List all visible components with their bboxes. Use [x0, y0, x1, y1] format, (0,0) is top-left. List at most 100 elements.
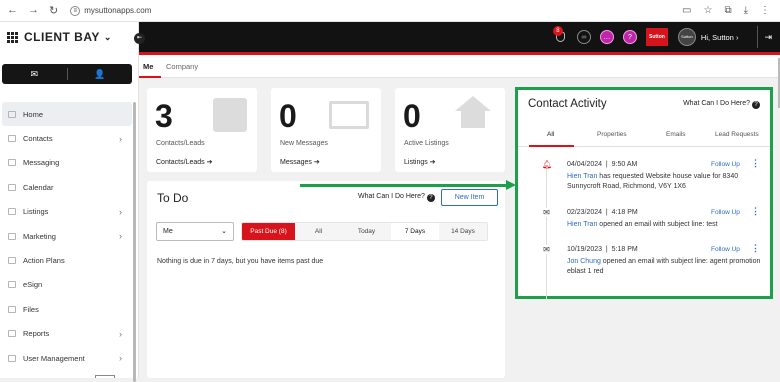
address-bar[interactable]: ≡ mysuttonapps.com [70, 5, 152, 16]
user-greeting[interactable]: Hi, Sutton › [701, 33, 739, 42]
owner-select[interactable]: Me ⌄ [156, 222, 234, 241]
more-options-icon[interactable]: ⋮ [751, 159, 760, 168]
divider [757, 26, 759, 48]
follow-up-link[interactable]: Follow Up [711, 209, 740, 216]
add-contact-icon[interactable]: 👤 [68, 69, 133, 80]
tab-emails[interactable]: Emails [666, 131, 686, 138]
filter-past-due[interactable]: Past Due (8) [242, 223, 295, 240]
link-icon[interactable]: ∞ [576, 30, 591, 44]
compose-email-icon[interactable]: ✉ [2, 69, 67, 80]
sidebar-item-label: User Management [23, 353, 85, 363]
app-logo[interactable]: CLIENT BAY ⌄ [7, 30, 112, 44]
sidebar-item-user-management[interactable]: User Management › [2, 346, 132, 370]
expand-panel-icon[interactable]: ⇥ [764, 32, 772, 43]
activity-datetime: 02/23/2024 | 4:18 PM [567, 209, 638, 216]
follow-up-link[interactable]: Follow Up [711, 161, 740, 168]
sidebar-item-label: Action Plans [23, 256, 65, 266]
filter-all[interactable]: All [295, 223, 342, 240]
annotation-arrow [300, 184, 508, 187]
chat-icon[interactable]: … [599, 30, 614, 44]
menu-item-icon [8, 305, 16, 313]
contact-name-link[interactable]: Jon Chung [567, 258, 601, 265]
follow-up-link[interactable]: Follow Up [711, 246, 740, 253]
sidebar-menu: Home Contacts › Messaging Calendar Listings › M… [2, 102, 132, 370]
sidebar-item-calendar[interactable]: Calendar [2, 175, 132, 199]
tab-all[interactable]: All [547, 131, 554, 138]
activity-help-link[interactable]: What Can I Do Here?? [683, 100, 760, 109]
cast-icon[interactable]: ▭ [682, 5, 691, 16]
menu-item-icon [8, 110, 16, 118]
sidebar-item-label: eSign [23, 280, 43, 290]
filter-7-days[interactable]: 7 Days [391, 223, 439, 240]
greeting-text: Hi, Sutton [700, 32, 734, 42]
todo-empty-message: Nothing is due in 7 days, but you have i… [157, 258, 324, 265]
more-options-icon[interactable]: ⋮ [751, 207, 760, 216]
help-icon: ? [752, 101, 760, 109]
todo-title: To Do [157, 191, 189, 205]
activity-time: 5:18 PM [611, 246, 638, 253]
menu-dots-icon[interactable]: ⋮ [760, 5, 770, 16]
tab-lead-requests[interactable]: Lead Requests [715, 131, 759, 138]
new-item-button[interactable]: New Item [441, 189, 498, 206]
sidebar-item-home[interactable]: Home [2, 102, 132, 127]
forward-icon[interactable]: → [28, 4, 39, 17]
card-label: Contacts/Leads [156, 140, 205, 147]
help-icon[interactable]: ? [622, 30, 637, 44]
active-tab-indicator [529, 145, 574, 147]
contact-name-link[interactable]: Hien Tran [567, 221, 597, 228]
todo-help-link[interactable]: What Can I Do Here?? [358, 193, 435, 202]
chevron-down-icon: ⌄ [221, 228, 227, 235]
collapse-sidebar-icon[interactable]: ⇤ [134, 33, 145, 44]
messages-link[interactable]: Messages ➔ [280, 158, 320, 166]
back-icon[interactable]: ← [7, 4, 18, 17]
url-text: mysuttonapps.com [84, 6, 152, 15]
contact-name-link[interactable]: Hien Tran [567, 173, 597, 180]
tab-properties[interactable]: Properties [597, 131, 627, 138]
app-grid-icon [7, 31, 18, 43]
download-icon[interactable]: ⤓ [744, 5, 748, 16]
filter-14-days[interactable]: 14 Days [439, 223, 487, 240]
card-count: 3 [155, 98, 173, 134]
sidebar-item-marketing[interactable]: Marketing › [2, 224, 132, 248]
active-listings-card[interactable]: 0 Active Listings Listings ➔ [395, 88, 505, 172]
menu-item-icon [8, 232, 16, 240]
activity-date: 10/19/2023 [567, 246, 603, 253]
activity-date: 04/04/2024 [567, 161, 603, 168]
site-info-icon[interactable]: ≡ [70, 5, 81, 16]
new-messages-card[interactable]: 0 New Messages Messages ➔ [271, 88, 381, 172]
help-text: What Can I Do Here? [683, 100, 750, 107]
sutton-brand-badge[interactable]: Sutton [645, 28, 668, 46]
sidebar-item-files[interactable]: Files [2, 297, 132, 321]
listings-link[interactable]: Listings ➔ [404, 158, 436, 166]
tab-company[interactable]: Company [166, 62, 198, 71]
menu-item-icon [8, 330, 16, 338]
reload-icon[interactable]: ↻ [49, 4, 58, 17]
sidebar-item-label: Calendar [23, 182, 54, 192]
sidebar-scrollbar[interactable] [133, 102, 136, 382]
owner-select-value: Me [163, 228, 173, 235]
sidebar-item-contacts[interactable]: Contacts › [2, 126, 132, 150]
avatar[interactable]: Sutton [677, 28, 696, 46]
quick-actions: ✉ 👤 [2, 64, 132, 84]
filter-today[interactable]: Today [342, 223, 391, 240]
sidebar-item-listings[interactable]: Listings › [2, 200, 132, 224]
sidebar-item-messaging[interactable]: Messaging [2, 151, 132, 175]
sidebar-item-reports[interactable]: Reports › [2, 322, 132, 346]
sidebar-item-esign[interactable]: eSign [2, 273, 132, 297]
more-options-icon[interactable]: ⋮ [751, 244, 760, 253]
sidebar-item-label: Listings [23, 207, 49, 217]
activity-datetime: 10/19/2023 | 5:18 PM [567, 246, 638, 253]
activity-date: 02/23/2024 [567, 209, 603, 216]
logo-text: CLIENT BAY [24, 30, 100, 44]
sidebar-item-label: Marketing [23, 231, 56, 241]
sidebar-item-action-plans[interactable]: Action Plans [2, 248, 132, 272]
bookmark-star-icon[interactable]: ☆ [703, 5, 712, 16]
contacts-leads-card[interactable]: 3 Contacts/Leads Contacts/Leads ➔ [147, 88, 257, 172]
activity-tabs: All Properties Emails Lead Requests [518, 129, 770, 147]
extensions-icon[interactable]: ⧉ [724, 5, 731, 16]
tab-me[interactable]: Me [143, 62, 153, 71]
contacts-leads-link[interactable]: Contacts/Leads ➔ [156, 158, 212, 166]
notifications-bell-icon[interactable]: 8 [552, 26, 565, 42]
sidebar-item-label: Reports [23, 329, 50, 339]
envelope-icon [329, 101, 369, 129]
